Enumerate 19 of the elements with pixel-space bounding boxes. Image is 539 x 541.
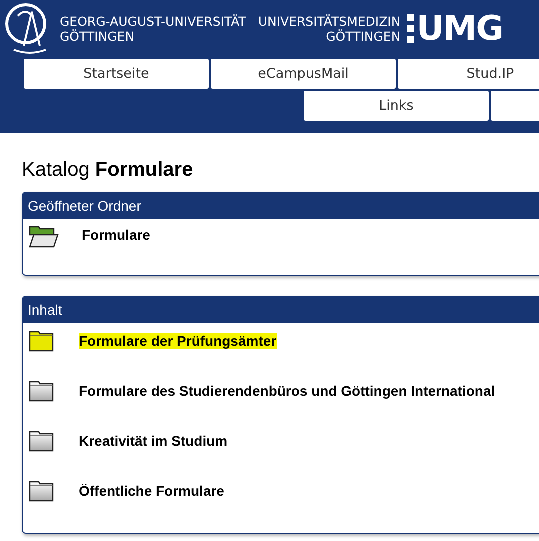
panel-heading: Geöffneter Ordner [23,193,539,219]
umg-logo: UMG [416,8,504,48]
university-name: GÖTTINGEN [60,28,136,44]
folder-name[interactable]: Formulare [82,227,150,243]
logo-mark-icon [406,14,415,44]
page-title: Katalog Formulare [22,159,194,182]
panel-heading: Inhalt [23,297,539,323]
folder-link[interactable]: Formulare der Prüfungsämter [79,333,277,349]
medicine-name: GÖTTINGEN [326,28,401,44]
nav-button[interactable]: Stud.IP [398,59,539,89]
folder-link[interactable]: Kreativität im Studium [79,433,228,449]
folder-link[interactable]: Öffentliche Formulare [79,483,224,499]
medicine-name: UNIVERSITÄTSMEDIZIN [258,14,401,28]
nav-button[interactable]: Startseite [24,59,209,89]
nav-button[interactable]: eCampusMail [211,59,396,89]
university-name: GEORG-AUGUST-UNIVERSITÄT [60,14,246,28]
nav-button[interactable]: Links [304,91,489,121]
open-folder-icon [28,225,60,249]
folder-link[interactable]: Formulare des Studierendenbüros und Göttingen International [79,383,496,399]
